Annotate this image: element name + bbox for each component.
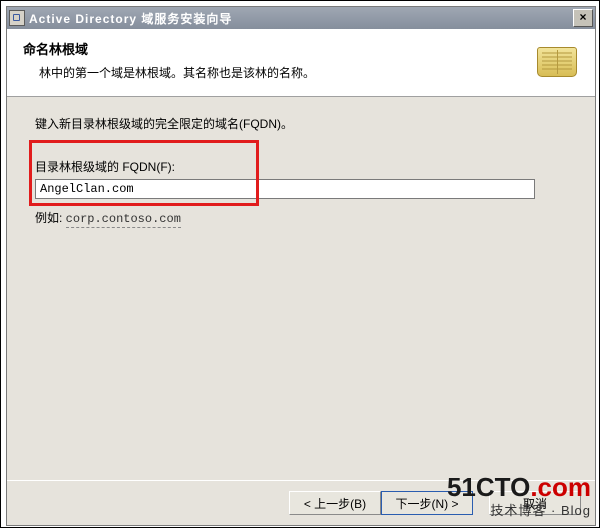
fqdn-field-block: 目录林根级域的 FQDN(F): 例如: corp.contoso.com — [35, 158, 567, 226]
nav-button-group: < 上一步(B) 下一步(N) > — [289, 491, 473, 515]
wizard-header: 命名林根域 林中的第一个域是林根域。其名称也是该林的名称。 — [7, 29, 595, 97]
cancel-button[interactable]: 取消 — [489, 491, 581, 515]
instruction-text: 键入新目录林根级域的完全限定的域名(FQDN)。 — [35, 115, 567, 132]
fqdn-input[interactable] — [35, 179, 535, 199]
back-button[interactable]: < 上一步(B) — [289, 491, 381, 515]
book-icon — [535, 41, 579, 83]
screenshot-frame: Active Directory 域服务安装向导 × 命名林根域 林中的第一个域… — [0, 0, 600, 528]
fqdn-label: 目录林根级域的 FQDN(F): — [35, 158, 567, 175]
wizard-footer: < 上一步(B) 下一步(N) > 取消 — [7, 480, 595, 525]
wizard-body: 键入新目录林根级域的完全限定的域名(FQDN)。 目录林根级域的 FQDN(F)… — [7, 97, 595, 480]
next-button[interactable]: 下一步(N) > — [381, 491, 473, 515]
wizard-window: Active Directory 域服务安装向导 × 命名林根域 林中的第一个域… — [6, 6, 596, 526]
page-heading: 命名林根域 — [23, 39, 581, 58]
titlebar: Active Directory 域服务安装向导 × — [7, 7, 595, 29]
page-subheading: 林中的第一个域是林根域。其名称也是该林的名称。 — [39, 64, 581, 81]
close-button[interactable]: × — [573, 9, 593, 27]
window-title: Active Directory 域服务安装向导 — [29, 10, 573, 27]
example-prefix: 例如: — [35, 211, 66, 225]
fqdn-example: 例如: corp.contoso.com — [35, 209, 567, 226]
app-icon — [9, 10, 25, 26]
example-value: corp.contoso.com — [66, 212, 181, 228]
